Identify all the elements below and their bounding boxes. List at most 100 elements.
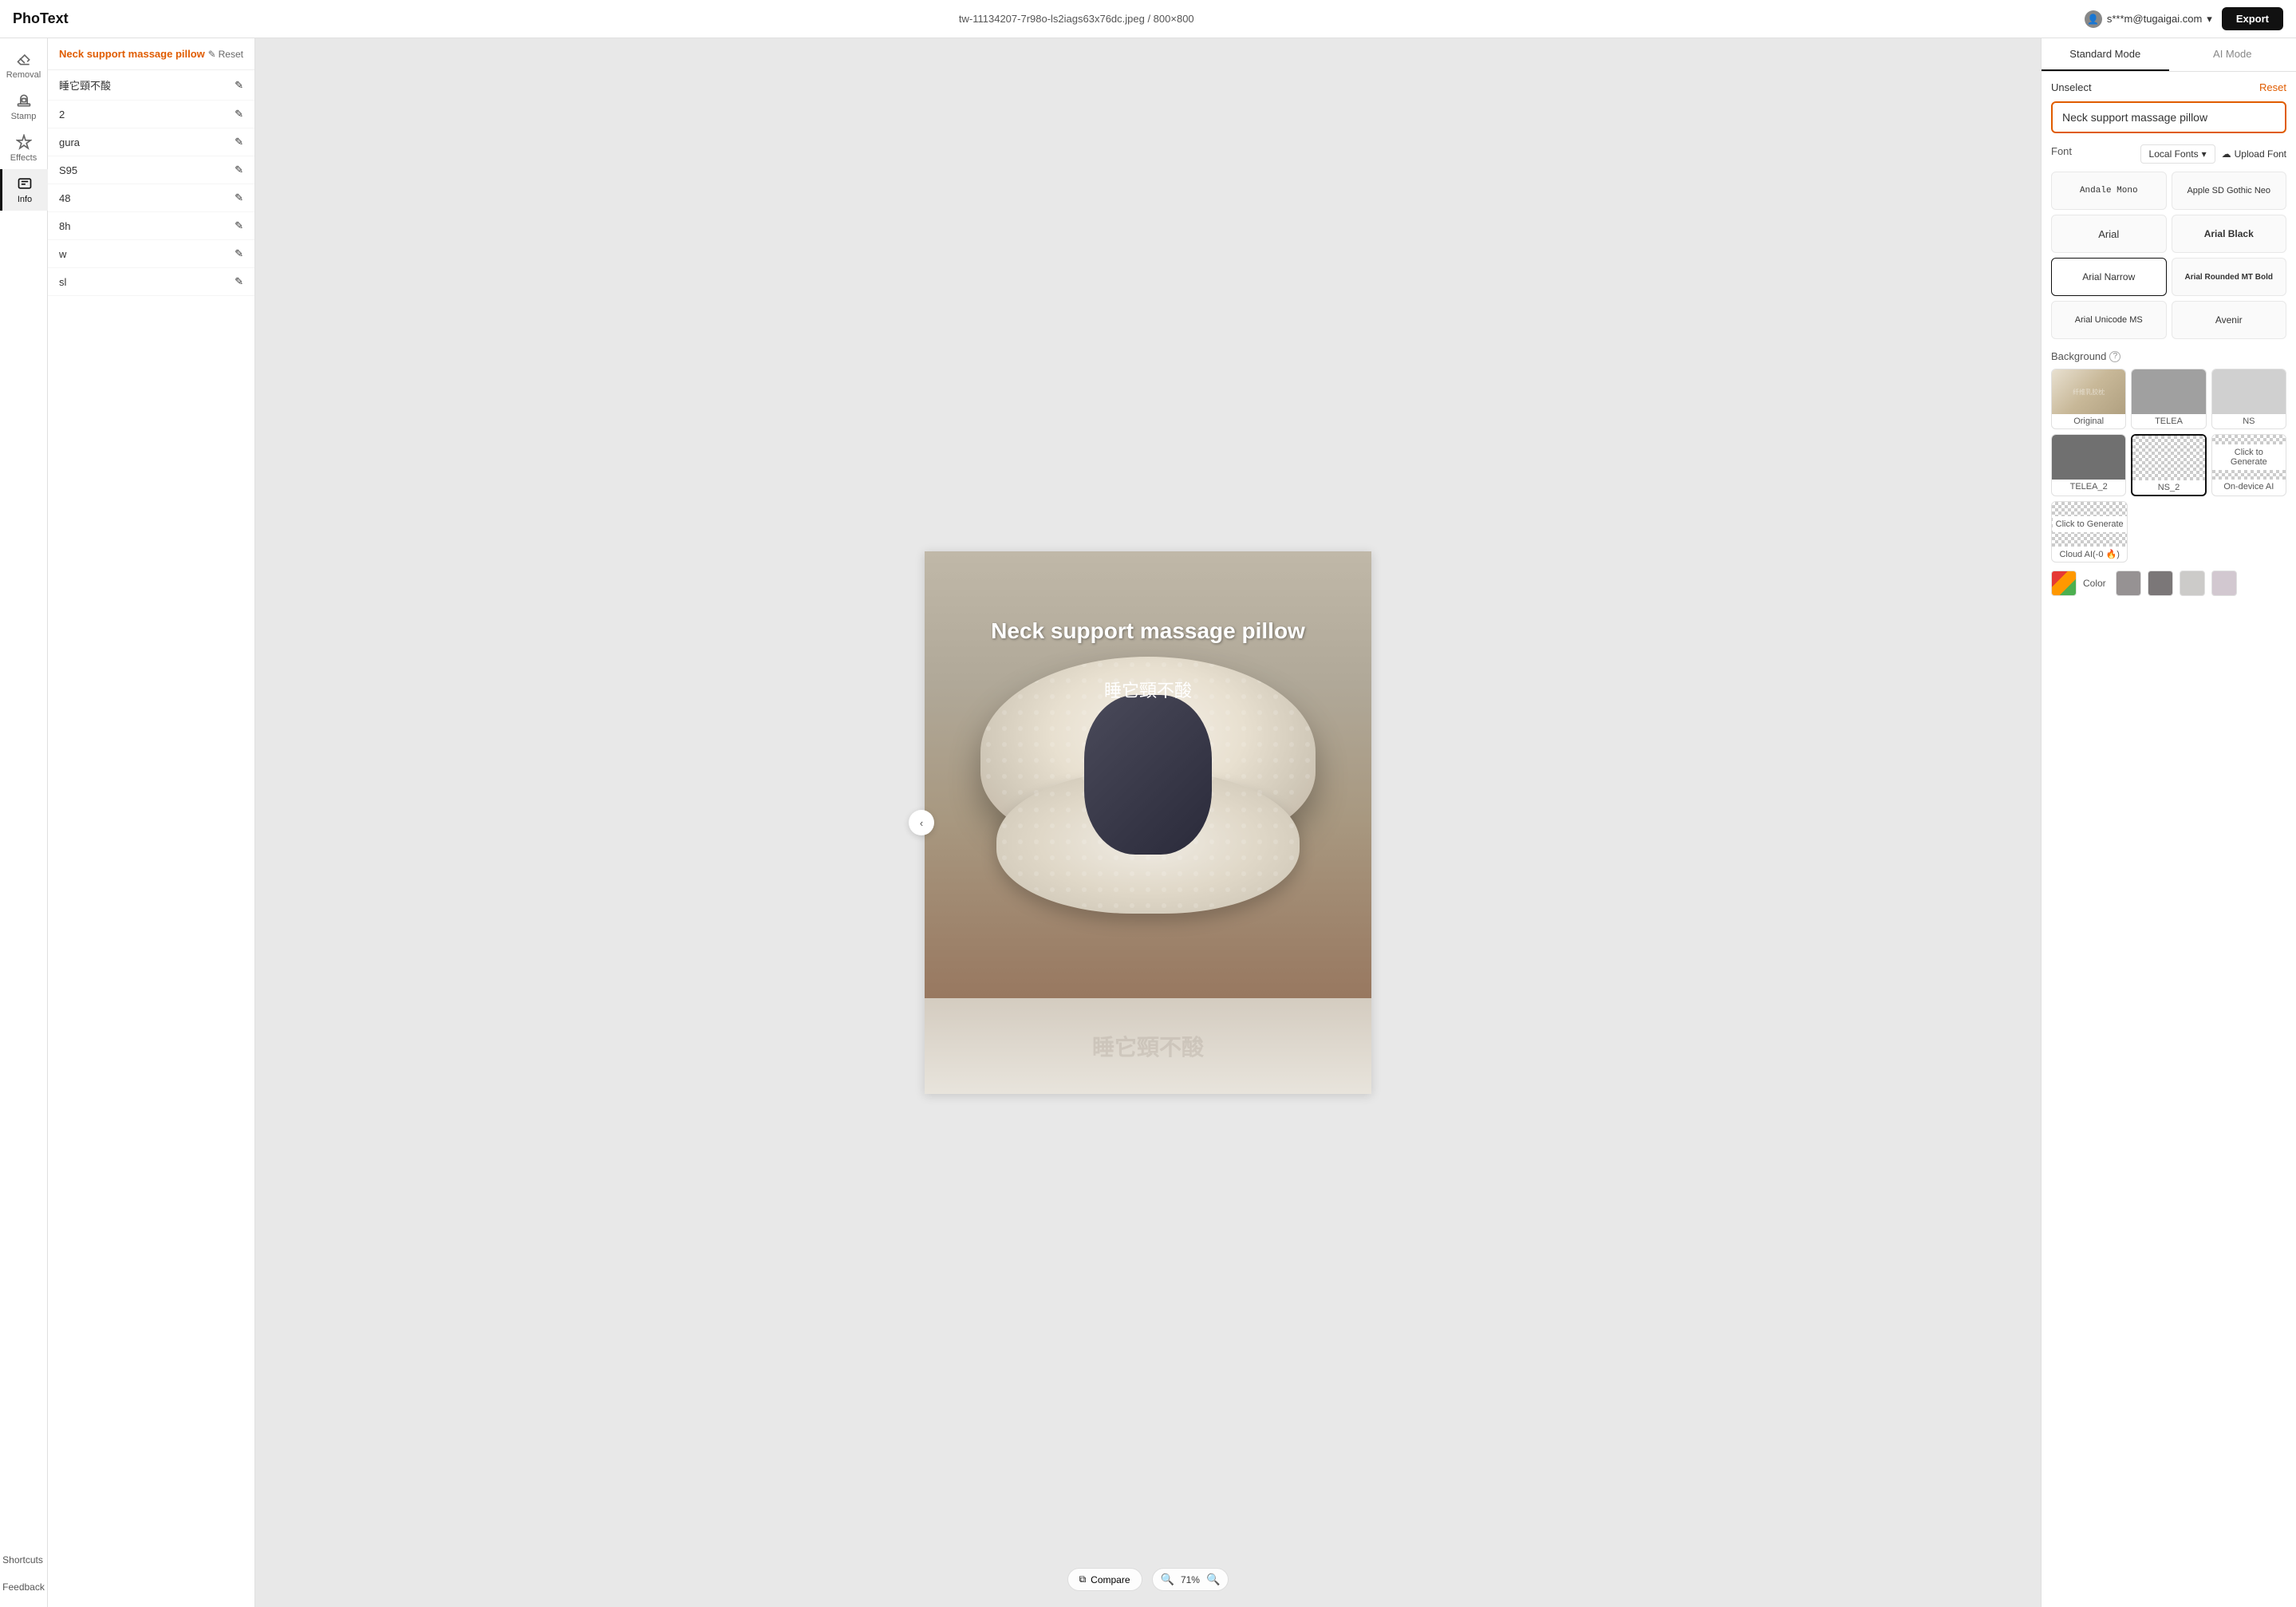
color-label: Color <box>2083 578 2106 589</box>
pillow-scene: Neck support massage pillow 睡它頸不酸 <box>925 551 1371 998</box>
local-fonts-button[interactable]: Local Fonts ▾ <box>2140 144 2215 164</box>
color-swatch-3[interactable] <box>2180 571 2205 596</box>
bg-thumb-original: 纤维乳胶枕 <box>2052 369 2125 414</box>
dropdown-icon: ▾ <box>2202 148 2207 160</box>
sidebar-label-info: Info <box>18 195 32 204</box>
edit-icon: ✎ <box>235 108 243 120</box>
upload-font-button[interactable]: ☁ Upload Font <box>2222 148 2286 160</box>
left-sidebar: Removal Stamp Effects Info Shortcuts Fee… <box>0 38 48 1607</box>
canvas-nav-left[interactable]: ‹ <box>909 810 934 835</box>
color-swatch-4[interactable] <box>2211 571 2237 596</box>
bg-label-ns: NS <box>2243 414 2255 428</box>
sidebar-item-removal[interactable]: Removal <box>3 45 45 86</box>
bg-option-telea[interactable]: TELEA <box>2131 369 2206 429</box>
zoom-level: 71% <box>1181 1574 1200 1585</box>
font-cell-arial-unicode[interactable]: Arial Unicode MS <box>2051 301 2167 339</box>
background-section: Background ? 纤维乳胶枕 Original TELEA <box>2051 350 2286 596</box>
zoom-in-button[interactable]: 🔍 <box>1206 1573 1220 1586</box>
right-panel: Standard Mode AI Mode Unselect Reset Fon… <box>2041 38 2296 1607</box>
sidebar-item-info[interactable]: Info <box>0 169 48 211</box>
color-swatch-2[interactable] <box>2148 571 2173 596</box>
bg-option-ns[interactable]: NS <box>2211 369 2286 429</box>
bg-label-original: Original <box>2073 414 2104 428</box>
header: PhoText tw-11134207-7r98o-ls2iags63x76dc… <box>0 0 2296 38</box>
text-list-reset-button[interactable]: ✎ Reset <box>208 49 243 60</box>
color-multi-swatch[interactable] <box>2051 571 2077 596</box>
edit-icon: ✎ <box>235 79 243 92</box>
pencil-icon: ✎ <box>208 49 216 60</box>
sidebar-label-removal: Removal <box>6 70 41 80</box>
tab-standard-mode[interactable]: Standard Mode <box>2042 38 2169 71</box>
sidebar-item-stamp[interactable]: Stamp <box>3 86 45 128</box>
compare-button[interactable]: ⧉ Compare <box>1067 1568 1142 1591</box>
bg-thumb-cloud-ai: Click to Generate <box>2052 502 2127 547</box>
on-device-generate-label: Click to Generate <box>2212 444 2286 470</box>
zoom-out-button[interactable]: 🔍 <box>1161 1573 1174 1586</box>
zoom-controls: 🔍 71% 🔍 <box>1152 1568 1229 1591</box>
watermark-text: 睡它頸不酸 <box>1092 1030 1204 1062</box>
canvas-main-text: Neck support massage pillow <box>991 618 1305 644</box>
sidebar-label-stamp: Stamp <box>11 112 37 121</box>
sidebar-item-effects[interactable]: Effects <box>3 128 45 169</box>
bg-option-telea-2[interactable]: TELEA_2 <box>2051 434 2126 496</box>
bg-thumb-on-device-ai: Click to Generate <box>2212 435 2286 480</box>
user-avatar: 👤 <box>2085 10 2102 28</box>
font-grid: Andale Mono Apple SD Gothic Neo Arial Ar… <box>2051 172 2286 339</box>
user-menu[interactable]: 👤 s***m@tugaigai.com ▾ <box>2085 10 2212 28</box>
canvas-area: Neck support massage pillow 睡它頸不酸 <box>255 38 2041 1607</box>
text-list-panel: Neck support massage pillow ✎ Reset 睡它頸不… <box>48 38 255 1607</box>
sidebar-label-effects: Effects <box>10 153 37 163</box>
bg-label-telea-2: TELEA_2 <box>2070 480 2108 494</box>
bg-option-on-device-ai[interactable]: Click to Generate On-device AI <box>2211 434 2286 496</box>
bg-option-cloud-ai[interactable]: Click to Generate Cloud AI(-0 🔥) <box>2051 501 2128 563</box>
canvas-bottom-controls: ⧉ Compare 🔍 71% 🔍 <box>1067 1568 1229 1591</box>
cloud-generate-label: Click to Generate <box>2053 516 2127 532</box>
list-item[interactable]: gura ✎ <box>48 128 254 156</box>
canvas-chinese-text: 睡它頸不酸 <box>1104 677 1192 702</box>
edit-icon: ✎ <box>235 136 243 148</box>
user-email: s***m@tugaigai.com <box>2107 13 2202 25</box>
file-info: tw-11134207-7r98o-ls2iags63x76dc.jpeg / … <box>959 13 1194 25</box>
edit-icon: ✎ <box>235 247 243 260</box>
text-list-title[interactable]: Neck support massage pillow <box>59 48 205 60</box>
bg-option-original[interactable]: 纤维乳胶枕 Original <box>2051 369 2126 429</box>
font-cell-arial[interactable]: Arial <box>2051 215 2167 253</box>
right-reset-button[interactable]: Reset <box>2259 81 2286 93</box>
list-item[interactable]: S95 ✎ <box>48 156 254 184</box>
right-panel-content: Unselect Reset Font Local Fonts ▾ ☁ Uplo… <box>2042 72 2296 1607</box>
font-cell-apple-sd-gothic[interactable]: Apple SD Gothic Neo <box>2172 172 2287 210</box>
font-cell-arial-black[interactable]: Arial Black <box>2172 215 2287 253</box>
cloud-ai-row: Click to Generate Cloud AI(-0 🔥) <box>2051 501 2286 563</box>
stamp-icon <box>16 93 32 109</box>
header-right: 👤 s***m@tugaigai.com ▾ Export <box>2085 7 2283 30</box>
font-cell-arial-rounded[interactable]: Arial Rounded MT Bold <box>2172 258 2287 296</box>
font-cell-andale-mono[interactable]: Andale Mono <box>2051 172 2167 210</box>
bg-label-telea: TELEA <box>2155 414 2183 428</box>
font-cell-arial-narrow[interactable]: Arial Narrow <box>2051 258 2167 296</box>
background-label: Background <box>2051 350 2106 362</box>
color-swatch-1[interactable] <box>2116 571 2141 596</box>
tab-ai-mode[interactable]: AI Mode <box>2169 38 2296 71</box>
canvas-wrapper: Neck support massage pillow 睡它頸不酸 <box>925 551 1371 1094</box>
eraser-icon <box>16 51 32 67</box>
text-edit-input[interactable] <box>2051 101 2286 133</box>
list-item[interactable]: 8h ✎ <box>48 212 254 240</box>
edit-icon: ✎ <box>235 275 243 288</box>
list-item[interactable]: 睡它頸不酸 ✎ <box>48 70 254 101</box>
unselect-button[interactable]: Unselect <box>2051 81 2092 93</box>
bg-thumb-telea-2 <box>2052 435 2125 480</box>
text-list-header: Neck support massage pillow ✎ Reset <box>48 38 254 70</box>
app-logo: PhoText <box>13 10 69 27</box>
list-item[interactable]: sl ✎ <box>48 268 254 296</box>
export-button[interactable]: Export <box>2222 7 2283 30</box>
bg-thumb-telea <box>2132 369 2205 414</box>
edit-icon: ✎ <box>235 219 243 232</box>
font-cell-avenir[interactable]: Avenir <box>2172 301 2287 339</box>
list-item[interactable]: 48 ✎ <box>48 184 254 212</box>
list-item[interactable]: 2 ✎ <box>48 101 254 128</box>
list-item[interactable]: w ✎ <box>48 240 254 268</box>
background-grid: 纤维乳胶枕 Original TELEA NS <box>2051 369 2286 496</box>
font-section-header: Font Local Fonts ▾ ☁ Upload Font <box>2051 144 2286 164</box>
background-info-icon[interactable]: ? <box>2109 351 2120 362</box>
bg-option-ns-2[interactable]: NS_2 <box>2131 434 2206 496</box>
